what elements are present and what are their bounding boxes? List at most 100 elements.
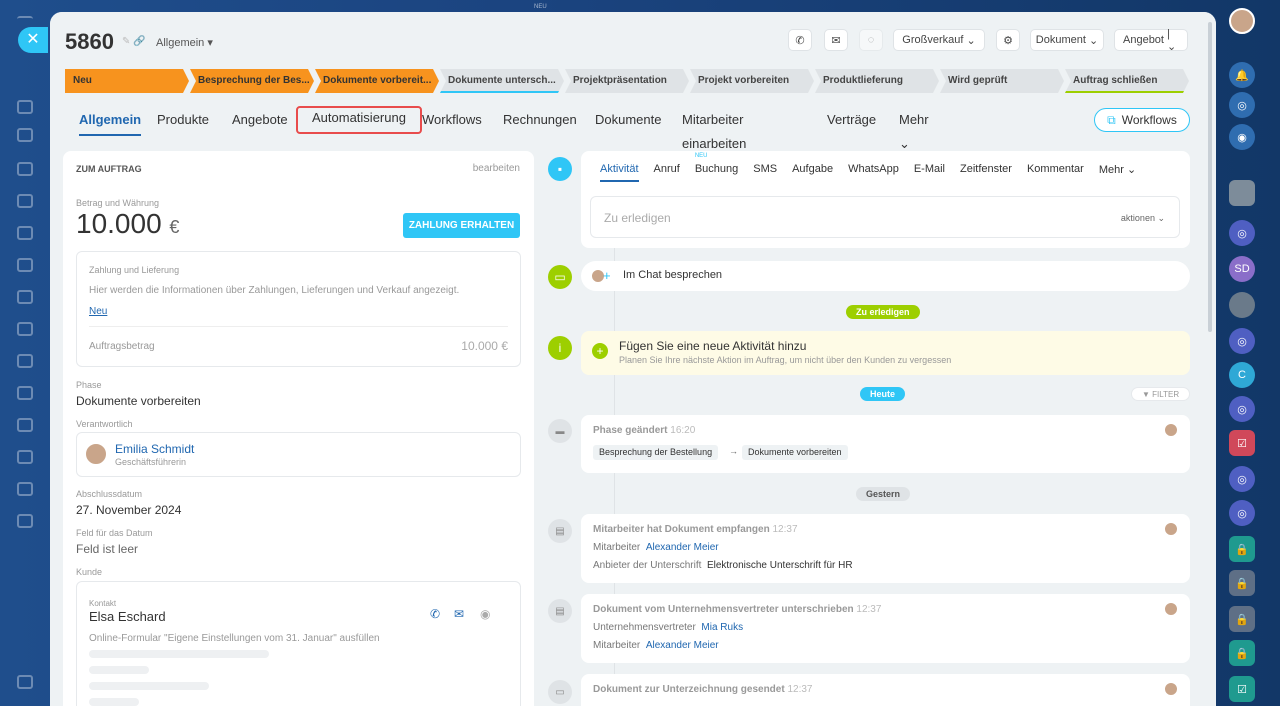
tab-angebote[interactable]: Angebote [218,108,302,138]
filter-icon[interactable] [17,450,33,464]
activity-icon[interactable]: ◎ [1229,92,1255,118]
actions-dropdown[interactable]: aktionen ⌄ [1121,213,1165,224]
tab-mitarbeiter-einarbeiten[interactable]: Mitarbeiter einarbeiten [668,108,760,151]
activity-tab[interactable]: E-Mail [914,163,945,182]
contact-mail-icon[interactable]: ✉ [454,607,464,621]
stage-item[interactable]: Auftrag schließen [1065,69,1189,93]
edit-link[interactable]: bearbeiten [473,163,520,174]
lock-icon[interactable]: 🔒 [1229,640,1255,666]
phase-label: Phase [76,380,102,390]
activity-tab[interactable]: WhatsApp [848,163,899,182]
search-chat-icon[interactable]: ◉ [1229,124,1255,150]
client-box: Kontakt Elsa Eschard ✆ ✉ ◉ Online-Formul… [76,581,521,706]
chat-text: Im Chat besprechen [623,269,723,281]
contact-phone-icon[interactable]: ✆ [430,607,440,621]
tab-rechnungen[interactable]: Rechnungen [489,108,591,138]
activity-tab-more[interactable]: Mehr ⌄ [1099,163,1136,182]
printer-icon[interactable] [17,675,33,689]
calendar-icon[interactable] [17,258,33,272]
cart-icon[interactable] [17,386,33,400]
tab-workflows[interactable]: Workflows [408,108,496,138]
c-avatar[interactable]: C [1229,362,1255,388]
activity-tab[interactable]: Aufgabe [792,163,833,182]
stage-item[interactable]: Dokumente untersch... [440,69,564,93]
openline-icon[interactable]: ◎ [1229,328,1255,354]
tab-mehr[interactable]: Mehr ⌄ [885,108,943,151]
document-icon[interactable] [17,128,33,142]
contact-avatar[interactable] [1229,180,1255,206]
menu-icon[interactable] [17,16,33,25]
stage-item[interactable]: Dokumente vorbereit... [315,69,439,93]
payment-new-link[interactable]: Neu [89,306,107,317]
activity-tab[interactable]: SMS [753,163,777,182]
copy-icon[interactable] [17,322,33,336]
task-icon[interactable]: ☑ [1229,430,1255,456]
offer-label: Angebot [1123,34,1164,46]
add-activity-card[interactable]: + Fügen Sie eine neue Aktivität hinzu Pl… [581,331,1190,375]
activity-tab[interactable]: NEU Buchung [695,153,738,182]
workflow-icon: ⧉ [1107,112,1116,127]
contact-chat-icon[interactable]: ◉ [480,607,490,621]
lock-icon[interactable]: 🔒 [1229,536,1255,562]
openline-icon[interactable]: ◎ [1229,466,1255,492]
responsible-name[interactable]: Emilia Schmidt [115,442,194,456]
edit-pencil-icon[interactable]: ✎ 🔗 [122,36,146,47]
stage-item[interactable]: Produktlieferung [815,69,939,93]
openline-icon[interactable]: ◎ [1229,500,1255,526]
chat-button[interactable]: ◌ [859,29,883,51]
print-icon[interactable] [17,514,33,528]
activity-tab[interactable]: Anruf [654,163,680,182]
openline-icon[interactable]: ◎ [1229,396,1255,422]
document-button[interactable]: Dokument ⌄ [1030,29,1104,51]
stage-item[interactable]: Neu [65,69,189,93]
scrollbar[interactable] [1208,22,1212,332]
phone-button[interactable]: ✆ [788,29,812,51]
tab-automatisierung[interactable]: Automatisierung [296,106,422,134]
tab-dokumente[interactable]: Dokumente [581,108,675,138]
tasks-icon[interactable] [17,290,33,304]
checklist-icon[interactable]: ☑ [1229,676,1255,702]
tab-allgemein[interactable]: Allgemein [65,108,155,138]
workflows-button[interactable]: ⧉ Workflows [1094,108,1190,132]
pipeline-select[interactable]: Großverkauf ⌄ [893,29,985,51]
store-icon[interactable] [17,418,33,432]
add-icon: + [592,343,608,359]
chat-row[interactable]: + Im Chat besprechen [581,261,1190,291]
payment-title: Zahlung und Lieferung [89,265,180,275]
chat-icon[interactable] [17,100,33,114]
payment-received-button[interactable]: ZAHLUNG ERHALTEN [403,213,520,238]
settings-button[interactable]: ⚙ [996,29,1020,51]
deal-info-card: ZUM AUFTRAG bearbeiten Betrag und Währun… [63,151,534,706]
group-avatar[interactable] [1229,292,1255,318]
close-slider-button[interactable]: ✕ [18,27,48,53]
stage-item[interactable]: Besprechung der Bes... [190,69,314,93]
activity-tab[interactable]: Aktivität [600,163,639,182]
drive-icon[interactable] [17,226,33,240]
lock-icon[interactable]: 🔒 [1229,570,1255,596]
notifications-icon[interactable]: 🔔 [1229,62,1255,88]
activity-tab[interactable]: Zeitfenster [960,163,1012,182]
chart-icon[interactable] [17,354,33,368]
filter-button[interactable]: ▼ FILTER [1131,387,1191,401]
contacts-icon[interactable] [17,162,33,176]
stage-item[interactable]: Projekt vorbereiten [690,69,814,93]
sd-avatar[interactable]: SD [1229,256,1255,282]
tab-vertraege[interactable]: Verträge [813,108,890,138]
user-avatar[interactable] [1229,8,1255,34]
stage-item[interactable]: Wird geprüft [940,69,1064,93]
stage-item[interactable]: Projektpräsentation [565,69,689,93]
openline-icon[interactable]: ◎ [1229,220,1255,246]
activity-tab[interactable]: Kommentar [1027,163,1084,182]
folder-icon[interactable] [17,482,33,496]
blurred-text [89,682,209,690]
todo-input[interactable]: Zu erledigen aktionen ⌄ [590,196,1180,238]
timeline-item-document-received: Mitarbeiter hat Dokument empfangen 12:37… [581,514,1190,583]
category-select[interactable]: Allgemein ▾ [156,36,213,49]
tab-produkte[interactable]: Produkte [143,108,223,138]
gear-icon: ⚙ [1003,34,1013,47]
file-icon[interactable] [17,194,33,208]
lock-icon[interactable]: 🔒 [1229,606,1255,632]
offer-button[interactable]: Angebot | ⌄ [1114,28,1188,53]
contact-name[interactable]: Elsa Eschard [89,609,166,624]
mail-button[interactable]: ✉ [824,29,848,51]
